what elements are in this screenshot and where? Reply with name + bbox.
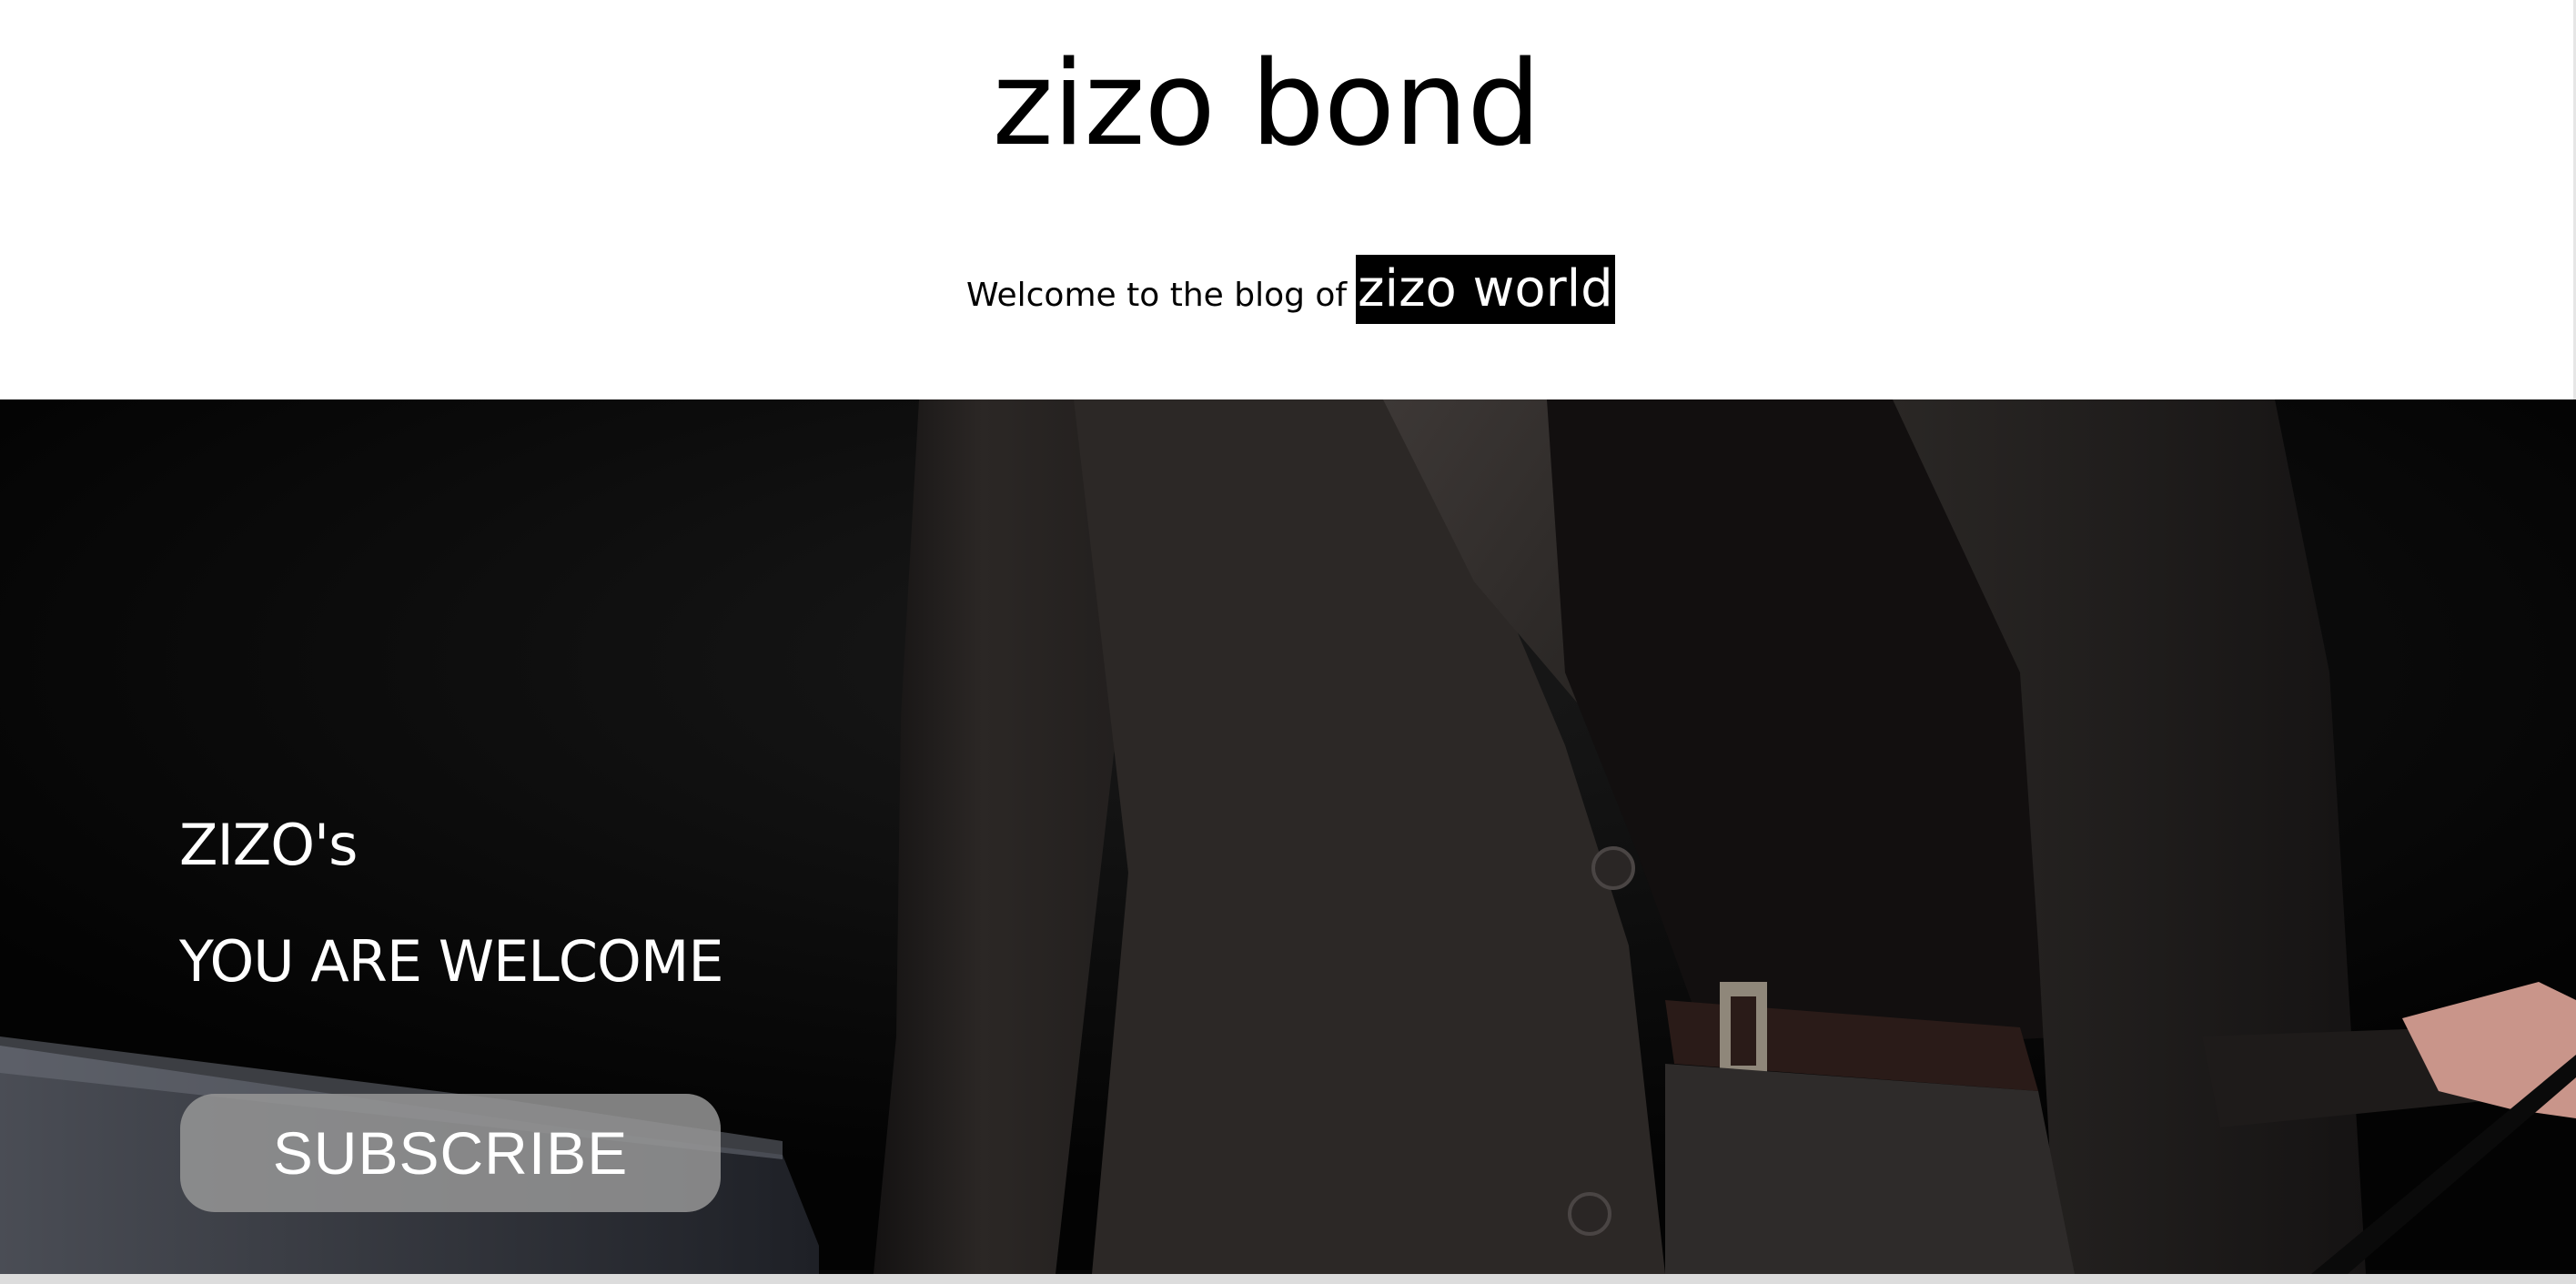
site-header: zizo bond Welcome to the blog of zizo wo… <box>0 0 2576 399</box>
hero-banner: ZIZO's YOU ARE WELCOME SUBSCRIBE <box>0 399 2576 1274</box>
site-title: zizo bond <box>992 36 1541 172</box>
tagline-highlight: zizo world <box>1356 255 1615 324</box>
tagline: Welcome to the blog of zizo world <box>966 255 1615 324</box>
hero-heading-brand: ZIZO's <box>179 812 358 878</box>
tagline-text: Welcome to the blog of <box>966 276 1348 314</box>
page: zizo bond Welcome to the blog of zizo wo… <box>0 0 2576 1284</box>
hero-heading-welcome: YOU ARE WELCOME <box>179 928 724 995</box>
subscribe-button[interactable]: SUBSCRIBE <box>180 1094 721 1212</box>
bottom-scrollbar[interactable] <box>0 1274 2576 1284</box>
